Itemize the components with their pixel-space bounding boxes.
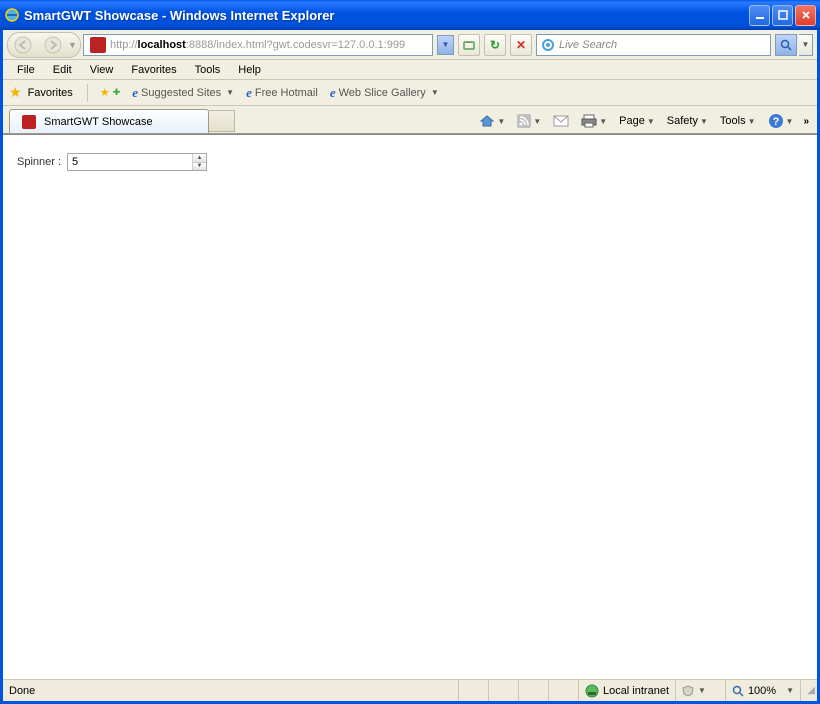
- spinner-control: ▲ ▼: [67, 153, 207, 171]
- tab-favicon: [22, 115, 36, 129]
- menu-edit[interactable]: Edit: [45, 62, 80, 78]
- add-to-favorites-bar[interactable]: ★✚: [96, 84, 124, 101]
- maximize-button[interactable]: [772, 5, 793, 26]
- shield-icon: [682, 685, 694, 697]
- page-menu[interactable]: Page▼: [615, 113, 659, 129]
- suggested-sites-link[interactable]: eSuggested Sites▼: [128, 83, 238, 103]
- page-content: Spinner : ▲ ▼: [3, 134, 817, 679]
- ie-app-icon: [4, 7, 20, 23]
- spinner-form-row: Spinner : ▲ ▼: [17, 153, 803, 171]
- site-icon: [90, 37, 106, 53]
- menu-file[interactable]: File: [9, 62, 43, 78]
- help-button[interactable]: ?▼: [764, 111, 798, 131]
- favorites-label[interactable]: Favorites: [28, 87, 73, 99]
- command-bar: ▼ ▼ ▼ Page▼ Safety▼ Tools▼ ?▼ »: [475, 109, 811, 133]
- safety-menu[interactable]: Safety▼: [663, 113, 712, 129]
- intranet-icon: [585, 684, 599, 698]
- zoom-control[interactable]: 100% ▼: [726, 680, 801, 701]
- tab-smartgwt-showcase[interactable]: SmartGWT Showcase: [9, 109, 209, 133]
- navigation-toolbar: ▼ http://localhost:8888/index.html?gwt.c…: [3, 30, 817, 60]
- tools-menu[interactable]: Tools▼: [716, 113, 760, 129]
- ie-icon: e: [246, 85, 252, 101]
- security-zone[interactable]: Local intranet: [579, 680, 676, 701]
- zoom-icon: [732, 685, 744, 697]
- search-provider-dropdown[interactable]: ▼: [799, 34, 813, 56]
- address-text: http://localhost:8888/index.html?gwt.cod…: [110, 39, 405, 51]
- status-text: Done: [3, 680, 459, 701]
- status-cell: [459, 680, 489, 701]
- search-box[interactable]: Live Search: [536, 34, 771, 56]
- menubar: File Edit View Favorites Tools Help: [3, 60, 817, 80]
- compat-view-button[interactable]: [458, 34, 480, 56]
- toolbar-overflow[interactable]: »: [801, 116, 811, 127]
- minimize-button[interactable]: [749, 5, 770, 26]
- chevron-down-icon: ▼: [698, 686, 706, 695]
- menu-favorites[interactable]: Favorites: [123, 62, 184, 78]
- home-button[interactable]: ▼: [475, 111, 509, 131]
- protected-mode[interactable]: ▼: [676, 680, 726, 701]
- titlebar: SmartGWT Showcase - Windows Internet Exp…: [0, 0, 820, 30]
- favorites-bar: ★ Favorites ★✚ eSuggested Sites▼ eFree H…: [3, 80, 817, 106]
- free-hotmail-link[interactable]: eFree Hotmail: [242, 83, 322, 103]
- new-tab-button[interactable]: [209, 110, 235, 132]
- stop-button[interactable]: ✕: [510, 34, 532, 56]
- menu-tools[interactable]: Tools: [187, 62, 229, 78]
- ie-icon: e: [330, 85, 336, 101]
- chevron-down-icon: ▼: [226, 88, 234, 97]
- read-mail-button[interactable]: [549, 113, 573, 129]
- separator: [87, 84, 88, 102]
- bing-icon: [541, 38, 555, 52]
- status-cell: [489, 680, 519, 701]
- web-slice-gallery-link[interactable]: eWeb Slice Gallery▼: [326, 83, 443, 103]
- status-cell: [519, 680, 549, 701]
- address-dropdown[interactable]: ▼: [437, 35, 454, 55]
- address-bar[interactable]: http://localhost:8888/index.html?gwt.cod…: [83, 34, 433, 56]
- nav-history-dropdown[interactable]: ▼: [68, 40, 80, 50]
- tab-title: SmartGWT Showcase: [44, 116, 153, 128]
- menu-help[interactable]: Help: [230, 62, 269, 78]
- spinner-up-button[interactable]: ▲: [193, 154, 206, 163]
- forward-button[interactable]: [38, 33, 68, 57]
- menu-view[interactable]: View: [82, 62, 122, 78]
- search-go-button[interactable]: [775, 34, 797, 56]
- ie-icon: e: [132, 85, 138, 101]
- spinner-label: Spinner :: [17, 156, 61, 168]
- spinner-down-button[interactable]: ▼: [193, 163, 206, 171]
- svg-text:?: ?: [772, 116, 779, 128]
- refresh-button[interactable]: ↻: [484, 34, 506, 56]
- window-title: SmartGWT Showcase - Windows Internet Exp…: [24, 8, 749, 23]
- search-placeholder: Live Search: [559, 39, 617, 51]
- resize-grip[interactable]: ◢: [801, 683, 817, 698]
- tab-row: SmartGWT Showcase ▼ ▼ ▼ Page▼ Safety▼ To…: [3, 106, 817, 134]
- status-bar: Done Local intranet ▼ 100% ▼ ◢: [3, 679, 817, 701]
- status-cell: [549, 680, 579, 701]
- back-button[interactable]: [8, 33, 38, 57]
- favorites-star-icon[interactable]: ★: [9, 84, 22, 101]
- spinner-input[interactable]: [68, 154, 192, 170]
- print-button[interactable]: ▼: [577, 112, 611, 130]
- chevron-down-icon: ▼: [786, 686, 794, 695]
- chevron-down-icon: ▼: [431, 88, 439, 97]
- close-button[interactable]: [795, 5, 816, 26]
- feeds-button[interactable]: ▼: [513, 112, 545, 130]
